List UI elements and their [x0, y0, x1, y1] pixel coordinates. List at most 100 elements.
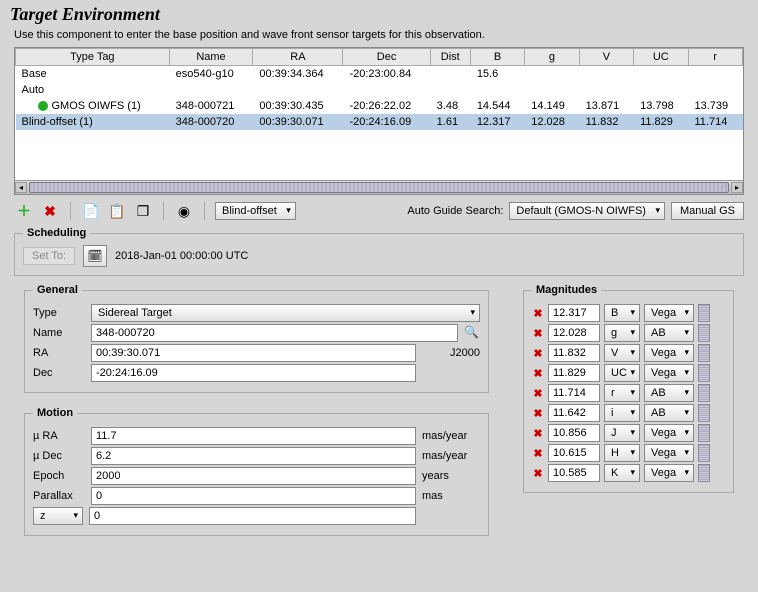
magnitude-value-field[interactable] [548, 304, 600, 322]
table-row[interactable]: GMOS OIWFS (1)348-00072100:39:30.435-20:… [16, 98, 743, 114]
manual-gs-button[interactable]: Manual GS [671, 202, 744, 220]
magnitude-value-field[interactable] [548, 324, 600, 342]
magnitude-value-field[interactable] [548, 384, 600, 402]
magnitude-system-dropdown[interactable]: Vega [644, 304, 694, 322]
column-header[interactable]: g [525, 49, 579, 66]
type-dropdown[interactable]: Sidereal Target [91, 304, 480, 322]
offset-type-dropdown[interactable]: Blind-offset [215, 202, 296, 220]
table-row[interactable]: Auto [16, 82, 743, 98]
name-field[interactable] [91, 324, 458, 342]
drag-handle-icon[interactable] [698, 304, 710, 322]
table-cell [525, 82, 579, 98]
delete-magnitude-icon[interactable]: ✖ [532, 447, 544, 460]
magnitude-value-field[interactable] [548, 344, 600, 362]
delete-magnitude-icon[interactable]: ✖ [532, 327, 544, 340]
drag-handle-icon[interactable] [698, 344, 710, 362]
motion-unit: mas [422, 490, 480, 502]
copy-icon[interactable]: 📄 [81, 201, 101, 221]
scheduling-fieldset: Scheduling Set To: 🗓 2018-Jan-01 00:00:0… [14, 227, 744, 276]
name-label: Name [33, 327, 85, 339]
delete-magnitude-icon[interactable]: ✖ [532, 347, 544, 360]
column-header[interactable]: Type Tag [16, 49, 170, 66]
general-legend: General [33, 284, 82, 296]
paste-icon[interactable]: 📋 [107, 201, 127, 221]
ra-field[interactable] [91, 344, 416, 362]
motion-field[interactable] [91, 427, 416, 445]
column-header[interactable]: r [688, 49, 743, 66]
primary-icon[interactable]: ◉ [174, 201, 194, 221]
drag-handle-icon[interactable] [698, 404, 710, 422]
magnitude-system-dropdown[interactable]: AB [644, 324, 694, 342]
delete-magnitude-icon[interactable]: ✖ [532, 307, 544, 320]
magnitude-system-dropdown[interactable]: Vega [644, 424, 694, 442]
magnitude-value-field[interactable] [548, 364, 600, 382]
rv-field[interactable] [89, 507, 416, 525]
magnitude-system-dropdown[interactable]: Vega [644, 444, 694, 462]
column-header[interactable]: RA [253, 49, 343, 66]
magnitude-system-dropdown[interactable]: AB [644, 384, 694, 402]
autoguide-label: Auto Guide Search: [407, 205, 503, 217]
general-fieldset: General Type Sidereal Target Name 🔍 RA J… [24, 284, 489, 393]
dec-field[interactable] [91, 364, 416, 382]
table-cell [579, 66, 633, 83]
autoguide-dropdown[interactable]: Default (GMOS-N OIWFS) [509, 202, 665, 220]
magnitude-band-dropdown[interactable]: K [604, 464, 640, 482]
motion-label: Parallax [33, 490, 85, 502]
magnitude-band-dropdown[interactable]: V [604, 344, 640, 362]
duplicate-icon[interactable]: ❐ [133, 201, 153, 221]
table-cell [343, 82, 430, 98]
table-cell [525, 66, 579, 83]
column-header[interactable]: Dist [430, 49, 470, 66]
magnitude-system-dropdown[interactable]: AB [644, 404, 694, 422]
drag-handle-icon[interactable] [698, 324, 710, 342]
delete-magnitude-icon[interactable]: ✖ [532, 407, 544, 420]
column-header[interactable]: Name [169, 49, 253, 66]
column-header[interactable]: V [579, 49, 633, 66]
table-row[interactable]: Blind-offset (1)348-00072000:39:30.071-2… [16, 114, 743, 130]
magnitude-band-dropdown[interactable]: g [604, 324, 640, 342]
remove-icon[interactable]: ✖ [40, 201, 60, 221]
magnitude-band-dropdown[interactable]: r [604, 384, 640, 402]
motion-field[interactable] [91, 447, 416, 465]
lookup-icon[interactable]: 🔍 [464, 325, 480, 341]
calendar-icon[interactable]: 🗓 [83, 245, 107, 267]
drag-handle-icon[interactable] [698, 364, 710, 382]
magnitude-band-dropdown[interactable]: i [604, 404, 640, 422]
motion-unit: mas/year [422, 430, 480, 442]
motion-field[interactable] [91, 487, 416, 505]
magnitude-system-dropdown[interactable]: Vega [644, 364, 694, 382]
table-cell: 348-000720 [169, 114, 253, 130]
motion-field[interactable] [91, 467, 416, 485]
magnitude-band-dropdown[interactable]: UC [604, 364, 640, 382]
magnitude-system-dropdown[interactable]: Vega [644, 344, 694, 362]
magnitude-value-field[interactable] [548, 464, 600, 482]
magnitude-band-dropdown[interactable]: B [604, 304, 640, 322]
targets-table[interactable]: Type TagNameRADecDistBgVUCr Baseeso540-g… [14, 47, 744, 195]
drag-handle-icon[interactable] [698, 444, 710, 462]
drag-handle-icon[interactable] [698, 384, 710, 402]
magnitude-band-dropdown[interactable]: H [604, 444, 640, 462]
delete-magnitude-icon[interactable]: ✖ [532, 387, 544, 400]
magnitude-value-field[interactable] [548, 444, 600, 462]
delete-magnitude-icon[interactable]: ✖ [532, 427, 544, 440]
magnitude-value-field[interactable] [548, 424, 600, 442]
scroll-thumb[interactable] [29, 182, 729, 193]
delete-magnitude-icon[interactable]: ✖ [532, 367, 544, 380]
scroll-right-icon[interactable]: ▸ [731, 182, 743, 193]
column-header[interactable]: UC [634, 49, 688, 66]
table-scrollbar[interactable]: ◂ ▸ [15, 180, 743, 194]
scroll-left-icon[interactable]: ◂ [15, 182, 27, 193]
delete-magnitude-icon[interactable]: ✖ [532, 467, 544, 480]
magnitude-value-field[interactable] [548, 404, 600, 422]
magnitude-system-dropdown[interactable]: Vega [644, 464, 694, 482]
rv-type-dropdown[interactable]: z [33, 507, 83, 525]
magnitude-band-dropdown[interactable]: J [604, 424, 640, 442]
drag-handle-icon[interactable] [698, 424, 710, 442]
drag-handle-icon[interactable] [698, 464, 710, 482]
table-row[interactable]: Baseeso540-g1000:39:34.364-20:23:00.8415… [16, 66, 743, 83]
table-cell [634, 82, 688, 98]
column-header[interactable]: B [470, 49, 524, 66]
add-icon[interactable]: ＋ [14, 201, 34, 221]
magnitudes-fieldset: Magnitudes ✖BVega✖gAB✖VVega✖UCVega✖rAB✖i… [523, 284, 734, 493]
column-header[interactable]: Dec [343, 49, 430, 66]
